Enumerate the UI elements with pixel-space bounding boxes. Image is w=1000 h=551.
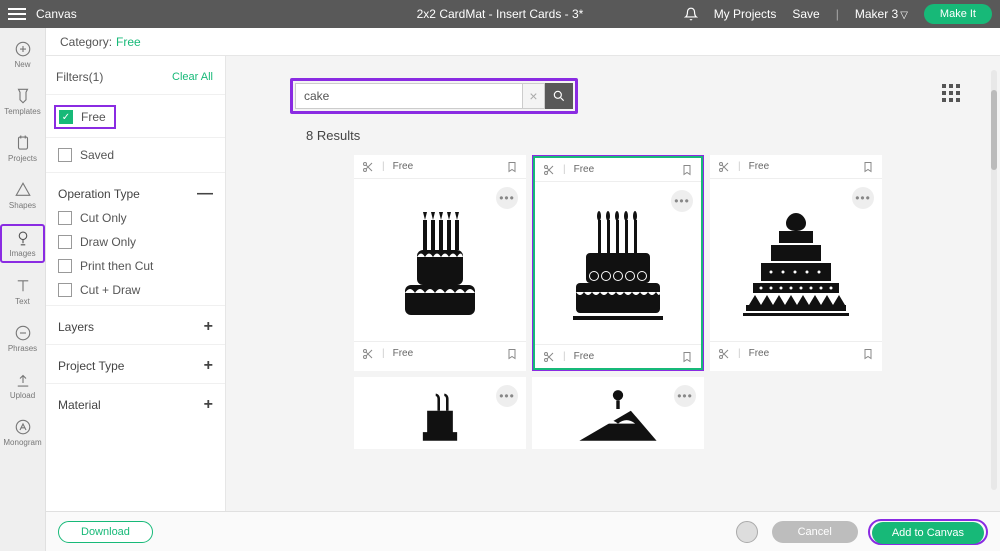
preview-thumb <box>736 521 758 543</box>
menu-icon[interactable] <box>8 5 26 23</box>
bookmark-icon[interactable] <box>862 161 874 173</box>
bell-icon[interactable] <box>684 7 698 21</box>
search-icon <box>552 89 566 103</box>
result-card[interactable]: ••• <box>354 377 526 449</box>
category-value[interactable]: Free <box>116 35 141 49</box>
rail-projects[interactable]: Projects <box>0 130 45 167</box>
make-it-button[interactable]: Make It <box>924 4 992 24</box>
filters-panel: Filters(1) Clear All ✓ Free Saved Operat… <box>46 56 226 511</box>
result-card[interactable]: ••• <box>532 377 704 449</box>
clear-all-link[interactable]: Clear All <box>172 71 213 83</box>
section-project-type[interactable]: Project Type+ <box>46 344 225 383</box>
section-material[interactable]: Material+ <box>46 383 225 422</box>
rail-shapes[interactable]: Shapes <box>0 177 45 214</box>
cake-image <box>563 385 673 445</box>
machine-selector[interactable]: Maker 3▽ <box>855 7 908 21</box>
results-grid: |Free ••• |Free |Free ••• <box>226 155 1000 449</box>
rail-new[interactable]: New <box>0 36 45 73</box>
section-operation-type[interactable]: Operation Type— <box>46 172 225 211</box>
more-icon[interactable]: ••• <box>496 385 518 407</box>
scissors-icon <box>543 164 555 176</box>
clear-search-icon[interactable]: × <box>523 83 545 109</box>
search-input[interactable] <box>295 83 523 109</box>
divider: | <box>836 7 839 21</box>
filter-saved[interactable]: Saved <box>46 137 225 172</box>
download-button[interactable]: Download <box>58 521 153 543</box>
more-icon[interactable]: ••• <box>671 190 693 212</box>
filter-print-then-cut[interactable]: Print then Cut <box>58 259 213 273</box>
filter-cut-only[interactable]: Cut Only <box>58 211 213 225</box>
bookmark-icon[interactable] <box>681 351 693 363</box>
tag-free: Free <box>393 161 414 172</box>
left-rail: New Templates Projects Shapes Images Tex… <box>0 28 46 551</box>
chevron-down-icon: ▽ <box>900 10 908 21</box>
checkbox-icon <box>58 148 72 162</box>
scissors-icon <box>543 351 555 363</box>
rail-templates[interactable]: Templates <box>0 83 45 120</box>
category-label: Category: <box>60 35 112 49</box>
tag-free: Free <box>574 351 595 362</box>
minus-icon: — <box>197 185 213 203</box>
result-count: 8 Results <box>226 124 1000 155</box>
rail-upload[interactable]: Upload <box>0 367 45 404</box>
rail-images[interactable]: Images <box>0 224 45 263</box>
result-card-selected[interactable]: |Free ••• |Free <box>532 155 704 371</box>
filter-free[interactable]: ✓ Free <box>54 105 116 129</box>
scissors-icon <box>718 348 730 360</box>
my-projects-link[interactable]: My Projects <box>714 7 777 21</box>
bookmark-icon[interactable] <box>506 348 518 360</box>
result-card[interactable]: |Free ••• |Free <box>710 155 882 371</box>
filter-cut-draw[interactable]: Cut + Draw <box>58 283 213 297</box>
more-icon[interactable]: ••• <box>852 187 874 209</box>
rail-phrases[interactable]: Phrases <box>0 320 45 357</box>
bookmark-icon[interactable] <box>506 161 518 173</box>
rail-text[interactable]: Text <box>0 273 45 310</box>
app-title: Canvas <box>36 7 77 21</box>
bookmark-icon[interactable] <box>681 164 693 176</box>
top-bar: Canvas 2x2 CardMat - Insert Cards - 3* M… <box>0 0 1000 28</box>
scissors-icon <box>362 161 374 173</box>
tag-free: Free <box>574 164 595 175</box>
tag-free: Free <box>749 348 770 359</box>
main-content: × 8 Results |Free ••• |Free <box>226 56 1000 511</box>
save-link[interactable]: Save <box>792 7 819 21</box>
filter-draw-only[interactable]: Draw Only <box>58 235 213 249</box>
filters-title: Filters(1) <box>56 70 103 84</box>
cake-image <box>558 198 678 328</box>
plus-icon: + <box>204 396 213 414</box>
checkbox-icon: ✓ <box>59 110 73 124</box>
grid-view-icon[interactable] <box>942 84 960 107</box>
tag-free: Free <box>393 348 414 359</box>
more-icon[interactable]: ••• <box>674 385 696 407</box>
scissors-icon <box>718 161 730 173</box>
cake-image <box>385 195 495 325</box>
result-card[interactable]: |Free ••• |Free <box>354 155 526 371</box>
rail-monogram[interactable]: Monogram <box>0 414 45 451</box>
cake-image <box>731 195 861 325</box>
scrollbar-thumb[interactable] <box>991 90 997 170</box>
search-button[interactable] <box>545 83 573 109</box>
more-icon[interactable]: ••• <box>496 187 518 209</box>
bookmark-icon[interactable] <box>862 348 874 360</box>
category-bar: Category: Free <box>46 28 1000 56</box>
cancel-button[interactable]: Cancel <box>772 521 858 543</box>
add-to-canvas-button[interactable]: Add to Canvas <box>872 522 984 544</box>
cake-image <box>395 385 485 445</box>
project-title: 2x2 CardMat - Insert Cards - 3* <box>417 7 584 21</box>
scissors-icon <box>362 348 374 360</box>
footer-bar: Download Cancel Add to Canvas <box>46 511 1000 551</box>
plus-icon: + <box>204 318 213 336</box>
plus-icon: + <box>204 357 213 375</box>
tag-free: Free <box>749 161 770 172</box>
search-group: × <box>290 78 578 114</box>
section-layers[interactable]: Layers+ <box>46 305 225 344</box>
